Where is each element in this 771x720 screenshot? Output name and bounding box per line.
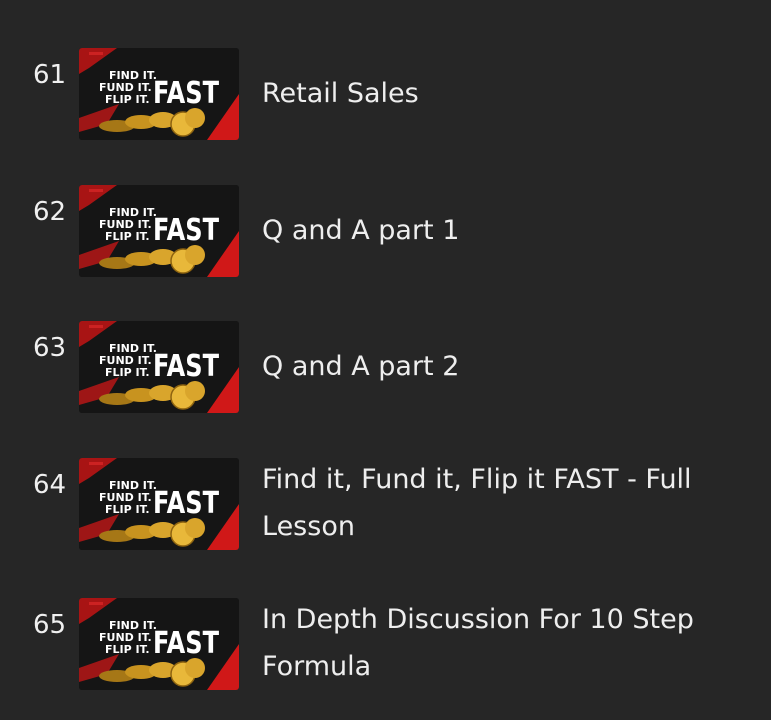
item-title[interactable]: In Depth Discussion For 10 Step Formula xyxy=(262,596,732,690)
item-title[interactable]: Q and A part 2 xyxy=(262,343,732,390)
logo-line-flip: FLIP IT. xyxy=(105,93,150,106)
item-title[interactable]: Retail Sales xyxy=(262,70,732,117)
logo-fast: FAST xyxy=(153,626,219,661)
item-index: 65 xyxy=(33,610,67,640)
video-thumbnail[interactable]: FIND IT. FUND IT. FLIP IT. FAST xyxy=(79,48,239,140)
playlist: 61 FIND IT. FUND IT. FLIP IT. FAST Retai… xyxy=(0,0,771,720)
item-index: 63 xyxy=(33,333,67,363)
playlist-item[interactable]: 62 FIND IT. FUND IT. FLIP IT. FAST Q and… xyxy=(0,185,771,285)
logo-line-flip: FLIP IT. xyxy=(105,366,150,379)
logo-line-flip: FLIP IT. xyxy=(105,503,150,516)
playlist-item[interactable]: 63 FIND IT. FUND IT. FLIP IT. FAST Q and… xyxy=(0,321,771,421)
item-index: 62 xyxy=(33,197,67,227)
thumbnail-art: FIND IT. FUND IT. FLIP IT. FAST xyxy=(79,185,239,277)
video-thumbnail[interactable]: FIND IT. FUND IT. FLIP IT. FAST xyxy=(79,321,239,413)
item-index: 61 xyxy=(33,60,67,90)
video-thumbnail[interactable]: FIND IT. FUND IT. FLIP IT. FAST xyxy=(79,185,239,277)
item-index: 64 xyxy=(33,470,67,500)
video-thumbnail[interactable]: FIND IT. FUND IT. FLIP IT. FAST xyxy=(79,598,239,690)
thumbnail-art: FIND IT. FUND IT. FLIP IT. FAST xyxy=(79,598,239,690)
logo-fast: FAST xyxy=(153,213,219,248)
video-thumbnail[interactable]: FIND IT. FUND IT. FLIP IT. FAST xyxy=(79,458,239,550)
playlist-item[interactable]: 61 FIND IT. FUND IT. FLIP IT. FAST Retai… xyxy=(0,48,771,148)
thumbnail-art: FIND IT. FUND IT. FLIP IT. FAST xyxy=(79,458,239,550)
logo-fast: FAST xyxy=(153,486,219,521)
item-title[interactable]: Q and A part 1 xyxy=(262,207,732,254)
thumbnail-art: FIND IT. FUND IT. FLIP IT. FAST xyxy=(79,321,239,413)
logo-fast: FAST xyxy=(153,349,219,384)
item-title[interactable]: Find it, Fund it, Flip it FAST - Full Le… xyxy=(262,456,732,550)
thumbnail-art: FIND IT. FUND IT. FLIP IT. FAST xyxy=(79,48,239,140)
playlist-item[interactable]: 64 FIND IT. FUND IT. FLIP IT. FAST Find … xyxy=(0,458,771,558)
logo-fast: FAST xyxy=(153,76,219,111)
playlist-item[interactable]: 65 FIND IT. FUND IT. FLIP IT. FAST In De… xyxy=(0,598,771,698)
logo-line-flip: FLIP IT. xyxy=(105,643,150,656)
logo-line-flip: FLIP IT. xyxy=(105,230,150,243)
